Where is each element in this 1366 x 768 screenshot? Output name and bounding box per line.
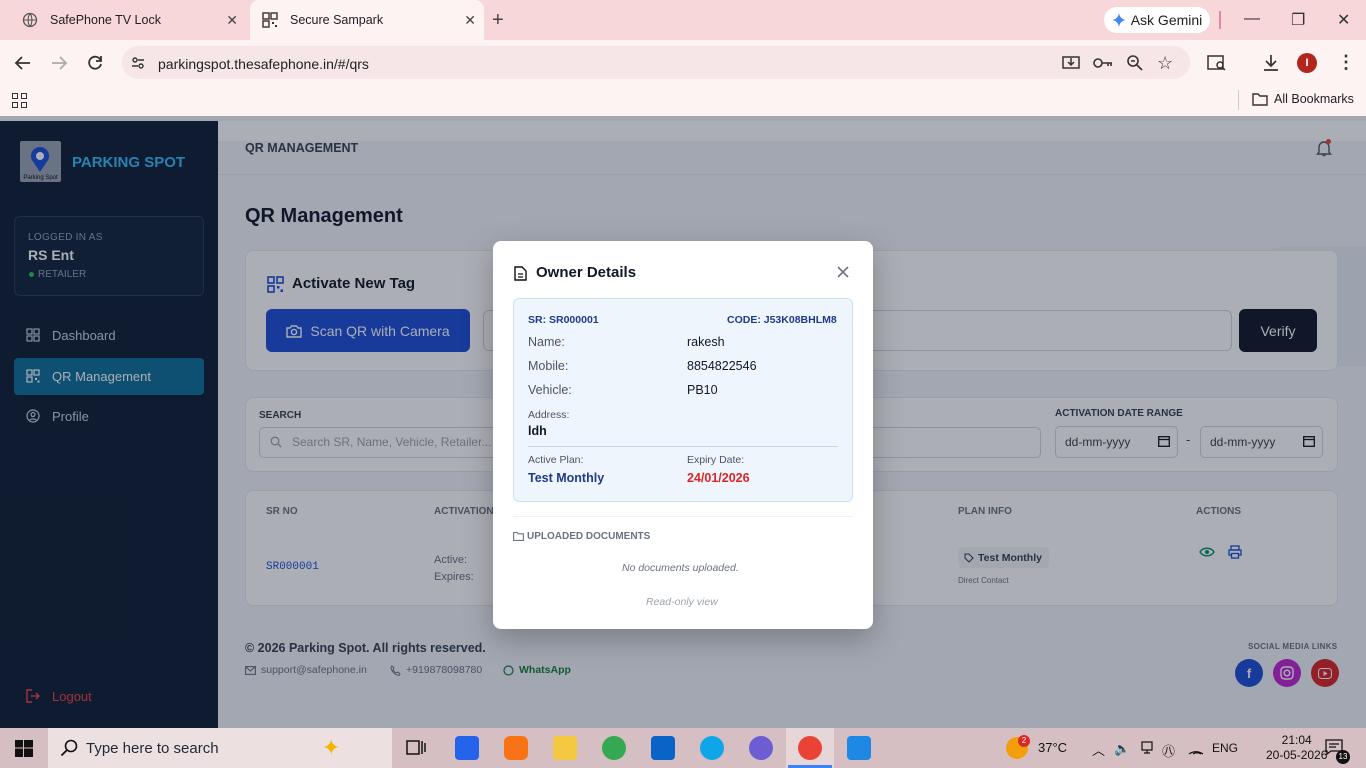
globe-icon (22, 12, 38, 28)
file-explorer-icon[interactable] (553, 736, 577, 760)
modal-title: Owner Details (536, 264, 637, 281)
wifi-icon[interactable] (1188, 741, 1204, 755)
plan-value: Test Monthly (528, 471, 605, 485)
outlook-icon[interactable] (651, 736, 675, 760)
no-documents-text: No documents uploaded. (622, 562, 739, 574)
zoom-icon[interactable] (1126, 54, 1144, 72)
ask-gemini-button[interactable]: Ask Gemini (1104, 7, 1210, 33)
gemini-label: Ask Gemini (1130, 12, 1203, 28)
windows-start-icon[interactable] (15, 740, 33, 757)
tab-label: SafePhone TV Lock (50, 13, 161, 27)
close-tab-icon[interactable]: ✕ (226, 12, 238, 29)
new-tab-button[interactable]: + (492, 9, 504, 32)
close-window-icon[interactable]: ✕ (1337, 10, 1350, 30)
menu-icon[interactable]: ⋮ (1337, 52, 1355, 73)
gemini-icon (1111, 13, 1126, 27)
edge-icon[interactable] (700, 736, 724, 760)
restore-icon[interactable]: ❐ (1291, 10, 1305, 30)
temperature[interactable]: 37°C (1038, 740, 1067, 755)
tab-secure-sampark[interactable]: Secure Sampark ✕ (250, 0, 484, 40)
weather-badge: 2 (1018, 735, 1030, 747)
install-icon[interactable] (1062, 54, 1080, 72)
qr-icon (262, 12, 278, 28)
brave-icon[interactable] (504, 736, 528, 760)
tab-label: Secure Sampark (290, 13, 384, 27)
all-bookmarks[interactable]: All Bookmarks (1252, 92, 1354, 106)
owner-mobile: 8854822546 (687, 359, 757, 373)
clock[interactable]: 21:04 20-05-2026 (1266, 733, 1327, 763)
close-icon[interactable] (835, 264, 851, 280)
forward-icon[interactable] (50, 54, 68, 72)
owner-vehicle: PB10 (687, 383, 718, 397)
apps-icon[interactable] (12, 93, 27, 108)
clock-time: 21:04 (1281, 733, 1312, 747)
bookmark-star-icon[interactable]: ☆ (1157, 53, 1173, 74)
address-value: ldh (528, 424, 547, 438)
bookmarks-bar (0, 84, 1366, 116)
clock-date: 20-05-2026 (1266, 748, 1328, 762)
read-only-note: Read-only view (646, 596, 718, 608)
taskbar-search-placeholder: Type here to search (86, 739, 219, 757)
notification-count: 13 (1336, 750, 1350, 764)
tab-search-icon[interactable] (1207, 54, 1227, 72)
language-indicator[interactable]: ENG (1212, 741, 1238, 755)
modal-sr-number: SR: SR000001 (528, 314, 599, 326)
divider (528, 446, 838, 447)
search-icon (60, 739, 78, 757)
address-label: Address: (528, 409, 570, 421)
copilot-sparkle-icon[interactable]: ✦ (322, 735, 340, 761)
chevron-up-icon[interactable]: ︿ (1092, 740, 1105, 759)
divider (1219, 11, 1221, 29)
network-icon[interactable] (1140, 741, 1154, 755)
tab-safephone[interactable]: SafePhone TV Lock ✕ (10, 0, 246, 40)
uploaded-documents-label: UPLOADED DOCUMENTS (527, 531, 651, 542)
folder-icon (513, 531, 524, 542)
expiry-label: Expiry Date: (687, 454, 745, 466)
ime-icon[interactable]: ㊇ (1162, 741, 1175, 760)
folder-icon (1252, 93, 1268, 106)
field-label: Vehicle: (528, 383, 572, 397)
field-label: Name: (528, 335, 565, 349)
close-tab-icon[interactable]: ✕ (464, 12, 476, 29)
document-icon (514, 266, 527, 281)
all-bookmarks-label: All Bookmarks (1274, 92, 1354, 106)
profile-avatar[interactable]: I (1297, 53, 1317, 73)
expiry-value: 24/01/2026 (687, 471, 750, 485)
divider (1238, 90, 1239, 110)
minimize-icon[interactable]: — (1244, 10, 1260, 28)
back-icon[interactable] (14, 54, 32, 72)
site-info-icon[interactable] (130, 55, 146, 71)
speaker-icon[interactable]: 🔈 (1114, 741, 1130, 757)
plan-label: Active Plan: (528, 454, 584, 466)
download-icon[interactable] (1262, 54, 1280, 72)
chrome-icon[interactable] (602, 736, 626, 760)
store-icon[interactable] (455, 736, 479, 760)
key-icon[interactable] (1093, 55, 1113, 71)
task-view-icon[interactable] (405, 737, 427, 759)
teams-icon[interactable] (749, 736, 773, 760)
divider (513, 516, 853, 517)
reload-icon[interactable] (86, 54, 104, 72)
chrome-active-icon[interactable] (798, 736, 822, 760)
photos-icon[interactable] (847, 736, 871, 760)
modal-tag-code: CODE: J53K08BHLM8 (727, 314, 837, 326)
owner-name: rakesh (687, 335, 725, 349)
field-label: Mobile: (528, 359, 569, 373)
url-text[interactable]: parkingspot.thesafephone.in/#/qrs (158, 56, 369, 72)
